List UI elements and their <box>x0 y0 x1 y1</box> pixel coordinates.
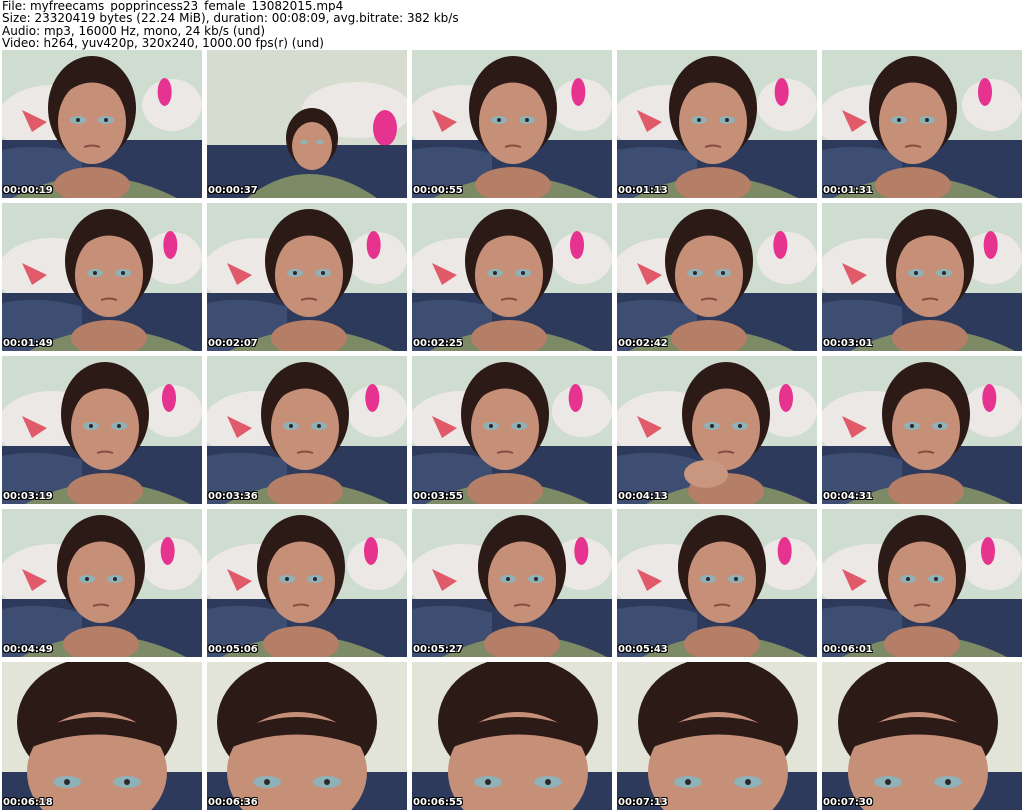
video-thumbnail: 00:06:18 <box>2 662 202 810</box>
video-thumbnail: 00:06:01 <box>822 509 1022 657</box>
frame-image <box>2 509 202 657</box>
video-thumbnail: 00:06:36 <box>207 662 407 810</box>
video-thumbnail: 00:04:13 <box>617 356 817 504</box>
thumbnail-timestamp: 00:04:31 <box>823 491 873 502</box>
video-thumbnail: 00:06:55 <box>412 662 612 810</box>
frame-image <box>2 203 202 351</box>
frame-image <box>412 662 612 810</box>
frame-image <box>412 203 612 351</box>
video-thumbnail: 00:02:25 <box>412 203 612 351</box>
thumbnail-timestamp: 00:07:13 <box>618 797 668 808</box>
thumbnail-timestamp: 00:02:07 <box>208 338 258 349</box>
frame-image <box>412 356 612 504</box>
video-thumbnail: 00:01:31 <box>822 50 1022 198</box>
video-thumbnail: 00:02:42 <box>617 203 817 351</box>
video-info-line: Video: h264, yuv420p, 320x240, 1000.00 f… <box>2 37 324 50</box>
thumbnail-timestamp: 00:01:49 <box>3 338 53 349</box>
video-thumbnail: 00:00:55 <box>412 50 612 198</box>
thumbnail-timestamp: 00:03:55 <box>413 491 463 502</box>
frame-image <box>822 50 1022 198</box>
frame-image <box>617 203 817 351</box>
thumbnail-timestamp: 00:03:01 <box>823 338 873 349</box>
video-thumbnail: 00:03:36 <box>207 356 407 504</box>
thumbnail-timestamp: 00:01:13 <box>618 185 668 196</box>
thumbnail-grid: 00:00:19 00:00:37 00:00:55 00:01:13 00:01:31… <box>2 50 1022 810</box>
thumbnail-timestamp: 00:05:43 <box>618 644 668 655</box>
frame-image <box>617 50 817 198</box>
thumbnail-timestamp: 00:07:30 <box>823 797 873 808</box>
video-thumbnail: 00:07:30 <box>822 662 1022 810</box>
thumbnail-timestamp: 00:00:37 <box>208 185 258 196</box>
frame-image <box>2 662 202 810</box>
thumbnail-timestamp: 00:05:06 <box>208 644 258 655</box>
video-thumbnail: 00:03:19 <box>2 356 202 504</box>
video-thumbnail: 00:03:55 <box>412 356 612 504</box>
thumbnail-timestamp: 00:06:01 <box>823 644 873 655</box>
file-size-line: Size: 23320419 bytes (22.24 MiB), durati… <box>2 12 459 25</box>
frame-image <box>2 50 202 198</box>
video-thumbnail: 00:05:06 <box>207 509 407 657</box>
file-info-header: File: myfreecams_popprincess23_female_13… <box>0 0 1024 50</box>
frame-image <box>207 509 407 657</box>
video-thumbnail: 00:04:49 <box>2 509 202 657</box>
video-thumbnail: 00:05:43 <box>617 509 817 657</box>
video-thumbnail: 00:07:13 <box>617 662 817 810</box>
frame-image <box>822 203 1022 351</box>
thumbnail-timestamp: 00:03:19 <box>3 491 53 502</box>
thumbnail-timestamp: 00:04:49 <box>3 644 53 655</box>
frame-image <box>617 509 817 657</box>
thumbnail-timestamp: 00:01:31 <box>823 185 873 196</box>
video-thumbnail: 00:02:07 <box>207 203 407 351</box>
frame-image <box>617 356 817 504</box>
frame-image <box>207 50 407 198</box>
video-thumbnail: 00:01:49 <box>2 203 202 351</box>
video-thumbnail: 00:01:13 <box>617 50 817 198</box>
video-thumbnail: 00:04:31 <box>822 356 1022 504</box>
thumbnail-timestamp: 00:04:13 <box>618 491 668 502</box>
thumbnail-timestamp: 00:00:55 <box>413 185 463 196</box>
video-thumbnail: 00:05:27 <box>412 509 612 657</box>
thumbnail-timestamp: 00:02:25 <box>413 338 463 349</box>
thumbnail-timestamp: 00:06:55 <box>413 797 463 808</box>
thumbnail-timestamp: 00:06:36 <box>208 797 258 808</box>
frame-image <box>412 50 612 198</box>
video-thumbnail: 00:00:19 <box>2 50 202 198</box>
frame-image <box>822 509 1022 657</box>
audio-info-line: Audio: mp3, 16000 Hz, mono, 24 kb/s (und… <box>2 24 266 38</box>
frame-image <box>822 356 1022 504</box>
video-thumbnail: 00:03:01 <box>822 203 1022 351</box>
thumbnail-timestamp: 00:00:19 <box>3 185 53 196</box>
thumbnail-timestamp: 00:05:27 <box>413 644 463 655</box>
frame-image <box>617 662 817 810</box>
thumbnail-timestamp: 00:03:36 <box>208 491 258 502</box>
frame-image <box>2 356 202 504</box>
frame-image <box>207 356 407 504</box>
frame-image <box>412 509 612 657</box>
frame-image <box>822 662 1022 810</box>
thumbnail-timestamp: 00:02:42 <box>618 338 668 349</box>
frame-image <box>207 203 407 351</box>
video-thumbnail: 00:00:37 <box>207 50 407 198</box>
frame-image <box>207 662 407 810</box>
file-name-line: File: myfreecams_popprincess23_female_13… <box>2 0 344 13</box>
thumbnail-timestamp: 00:06:18 <box>3 797 53 808</box>
